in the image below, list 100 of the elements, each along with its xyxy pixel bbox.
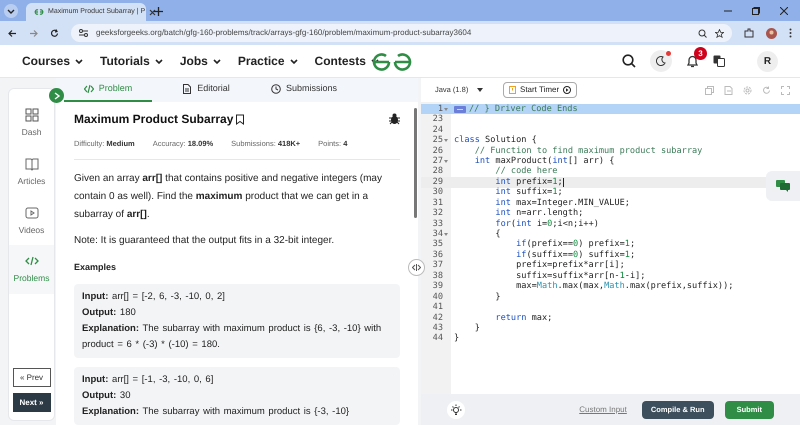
nav-menu[interactable]: Contests	[314, 52, 380, 70]
fold-caret-icon[interactable]	[444, 232, 448, 236]
code-line[interactable]: }	[451, 290, 501, 304]
line-number: 37	[432, 259, 443, 272]
address-field[interactable]: geeksforgeeks.org/batch/gfg-160-problems/track/arrays-gfg-160/problem/maximum-product-subarray3604	[71, 24, 732, 42]
moon-icon	[656, 56, 666, 66]
caret-icon	[288, 56, 299, 66]
translate-icon[interactable]	[713, 55, 725, 67]
search-icon[interactable]	[622, 54, 636, 68]
prev-button[interactable]: « Prev	[12, 368, 50, 387]
forward-icon[interactable]	[29, 28, 38, 38]
fold-caret-icon[interactable]	[444, 139, 448, 142]
video-icon	[24, 206, 38, 220]
nav-menu[interactable]: Tutorials	[100, 52, 164, 70]
code-line[interactable]: int prefix=1;	[451, 176, 564, 189]
next-button[interactable]: Next »	[12, 393, 50, 412]
code-line[interactable]: }	[451, 332, 460, 346]
code-line[interactable]: int maxProduct(int[] arr) {	[451, 154, 614, 168]
line-number: 34	[432, 228, 443, 240]
start-timer-button[interactable]: Start Timer	[503, 82, 578, 98]
sidebar-item[interactable]: Dash	[9, 99, 54, 148]
restore-icon[interactable]	[752, 7, 760, 15]
line-number: 26	[432, 144, 443, 156]
line-number: 42	[432, 312, 443, 324]
code-line[interactable]: int n=arr.length;	[451, 207, 584, 220]
scrollbar[interactable]	[414, 108, 417, 218]
new-tab-icon[interactable]	[154, 7, 163, 16]
chevron-right-icon	[54, 92, 60, 100]
line-number: 24	[432, 124, 443, 136]
lightbulb-icon	[450, 404, 462, 416]
text-cursor	[562, 178, 564, 187]
nav-menu[interactable]: Practice	[238, 52, 299, 70]
bookmark-star-icon[interactable]	[715, 28, 724, 38]
extensions-icon[interactable]	[744, 28, 754, 38]
code-line[interactable]: // Function to find maximum product subarray	[451, 144, 702, 158]
code-line[interactable]: if(prefix==0) prefix=1;	[451, 238, 636, 252]
custom-input-link[interactable]: Custom Input	[579, 404, 627, 416]
code-line[interactable]: for(int i=0;i<n;i++)	[451, 218, 599, 230]
bug-icon[interactable]	[389, 113, 400, 125]
problem-tab[interactable]: Editorial	[162, 78, 250, 102]
dark-mode-toggle[interactable]	[650, 50, 672, 72]
split-arrows-icon	[412, 264, 421, 271]
line-number: 39	[432, 280, 443, 292]
problem-tab[interactable]: Problem	[64, 78, 152, 102]
code-line[interactable]: }	[451, 322, 480, 335]
code-line[interactable]: return max;	[451, 312, 552, 324]
close-icon[interactable]	[780, 7, 788, 15]
sidebar-item[interactable]: Problems	[9, 245, 54, 294]
bookmark-icon[interactable]	[235, 114, 246, 124]
line-number: 32	[432, 207, 443, 220]
line-number: 25	[432, 134, 443, 146]
nav-menu[interactable]: Jobs	[180, 52, 222, 70]
code-line[interactable]: // code here	[451, 165, 558, 178]
chat-icon	[776, 180, 790, 192]
caret-icon	[477, 88, 483, 92]
line-number: 30	[432, 186, 443, 198]
book-icon	[24, 156, 38, 171]
site-logo-icon	[34, 8, 44, 16]
problem-description: Given an array arr[] that contains positive and negative integers (may contain 0 as well). Find the maximum product that we can get in a subarray of arr[].	[74, 172, 383, 222]
line-number: 36	[432, 248, 443, 260]
code-icon	[84, 84, 94, 94]
sidebar-item[interactable]: Videos	[9, 196, 54, 246]
example-line: Input: arr[] = [-2, 6, -3, -10, 0, 2]	[82, 290, 226, 304]
line-number: 44	[432, 332, 443, 346]
nav-menu[interactable]: Courses	[22, 52, 84, 70]
code-line[interactable]: class Solution {	[451, 134, 537, 147]
chat-button[interactable]	[766, 171, 800, 201]
line-number: 1	[438, 102, 443, 114]
line-number: 28	[432, 165, 443, 178]
code-line[interactable]: suffix=suffix*arr[n-1-i];	[451, 270, 646, 283]
hint-button[interactable]	[447, 400, 465, 418]
example-line: Explanation: The subarray with maximum product is {6, -3, -10} with product = 6 * (-3) * (-10) = 180.	[82, 322, 382, 352]
fold-caret-icon[interactable]	[444, 160, 448, 163]
profile-avatar-icon[interactable]	[766, 28, 777, 38]
line-number: 43	[432, 322, 443, 334]
sidebar-item[interactable]: Articles	[9, 148, 54, 196]
more-icon[interactable]	[789, 28, 792, 38]
zoom-icon[interactable]	[698, 28, 707, 38]
example-line: Output: 30	[82, 388, 132, 403]
tab-list-icon[interactable]	[4, 4, 18, 18]
code-line[interactable]: prefix=prefix*arr[i];	[451, 259, 625, 272]
site-logo[interactable]	[372, 53, 412, 71]
caret-icon	[154, 56, 164, 66]
close-icon[interactable]	[149, 8, 156, 16]
bell-icon[interactable]	[686, 54, 699, 68]
problem-note: Note: It is guaranteed that the output fits in a 32-bit integer.	[74, 234, 336, 248]
code-line[interactable]: int suffix=1;	[451, 186, 563, 200]
line-number: 23	[432, 113, 443, 126]
reload-icon[interactable]	[50, 28, 59, 38]
code-line[interactable]: if(suffix==0) suffix=1;	[451, 248, 636, 262]
code-line[interactable]: max=Math.max(max,Math.max(prefix,suffix));	[451, 280, 734, 294]
user-avatar[interactable]: R	[757, 50, 778, 72]
line-number: 27	[432, 154, 443, 166]
line-number: 31	[432, 196, 443, 208]
caret-icon	[212, 56, 222, 66]
timer-icon	[509, 86, 516, 94]
back-icon[interactable]	[8, 28, 17, 38]
code-line[interactable]: {	[451, 228, 501, 241]
line-number: 40	[432, 290, 443, 302]
problem-tab[interactable]: Submissions	[260, 78, 348, 102]
